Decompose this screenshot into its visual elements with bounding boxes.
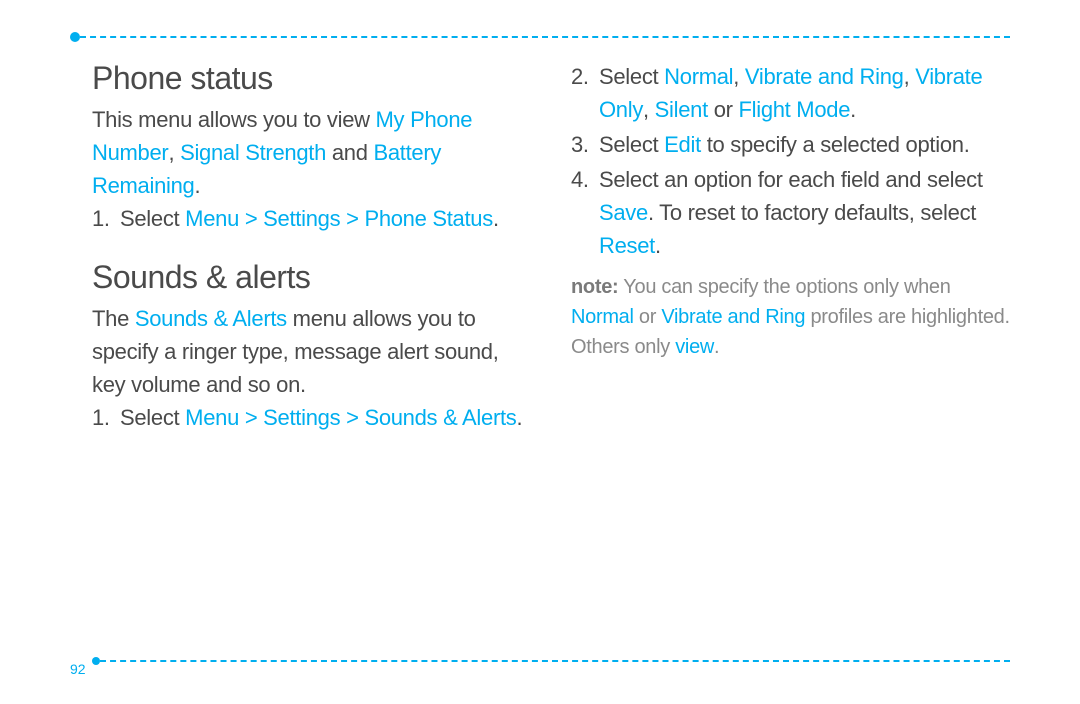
text: , <box>733 64 745 89</box>
text: Select an option for each field and sele… <box>599 167 983 192</box>
text: , <box>904 64 916 89</box>
top-dashed-border <box>70 36 1010 46</box>
text: to specify a selected option. <box>701 132 970 157</box>
text: or <box>708 97 739 122</box>
continued-steps: 2.Select Normal, Vibrate and Ring, Vibra… <box>571 60 1010 262</box>
text: This menu allows you to view <box>92 107 376 132</box>
dash-line <box>100 660 1010 662</box>
text: and <box>326 140 373 165</box>
view-option: view <box>675 336 714 358</box>
list-item: 1. Select Menu > Settings > Sounds & Ale… <box>110 401 531 434</box>
text: Select <box>120 405 185 430</box>
text: , <box>643 97 655 122</box>
menu-path: Menu > Settings > Phone Status <box>185 206 493 231</box>
sounds-alerts-steps: 1. Select Menu > Settings > Sounds & Ale… <box>92 401 531 434</box>
step-number: 1. <box>92 202 110 235</box>
border-dot-icon <box>70 32 80 42</box>
save-option: Save <box>599 200 648 225</box>
note-label: note: <box>571 276 618 298</box>
vibrate-ring-option: Vibrate and Ring <box>745 64 904 89</box>
text: You can specify the options only when <box>618 276 950 298</box>
text: . <box>714 336 719 358</box>
dash-line <box>80 36 1010 38</box>
reset-option: Reset <box>599 233 655 258</box>
border-dot-icon <box>92 657 100 665</box>
step-number: 1. <box>92 401 110 434</box>
list-item: 1. Select Menu > Settings > Phone Status… <box>110 202 531 235</box>
text: . <box>655 233 661 258</box>
phone-status-heading: Phone status <box>92 60 531 97</box>
list-item: 2.Select Normal, Vibrate and Ring, Vibra… <box>581 60 1010 126</box>
signal-strength-label: Signal Strength <box>180 140 326 165</box>
step-number: 3. <box>571 128 589 161</box>
text: or <box>634 306 662 328</box>
silent-option: Silent <box>655 97 708 122</box>
text: Select <box>120 206 185 231</box>
edit-option: Edit <box>664 132 701 157</box>
right-column: 2. Select Normal, Vibrate and Ring, Vibra… <box>571 60 1010 458</box>
sounds-alerts-heading: Sounds & alerts <box>92 259 531 296</box>
vibrate-ring-option: Vibrate and Ring <box>661 306 805 328</box>
flight-mode-option: Flight Mode <box>739 97 851 122</box>
text: . <box>850 97 856 122</box>
normal-option: Normal <box>664 64 733 89</box>
list-item: 4.Select an option for each field and se… <box>581 163 1010 262</box>
bottom-dashed-border <box>70 660 1010 670</box>
page-content: Phone status This menu allows you to vie… <box>92 60 1010 458</box>
text: The <box>92 306 135 331</box>
list-item: 3.Select Edit to specify a selected opti… <box>581 128 1010 161</box>
text: . To reset to factory defaults, select <box>648 200 976 225</box>
text: , <box>168 140 180 165</box>
text: . <box>194 173 200 198</box>
step-number: 4. <box>571 163 589 196</box>
text: Select <box>599 132 664 157</box>
step-number: 2. <box>571 60 589 93</box>
normal-option: Normal <box>571 306 634 328</box>
sounds-alerts-intro: The Sounds & Alerts menu allows you to s… <box>92 302 531 401</box>
note-text: note: You can specify the options only w… <box>571 272 1010 362</box>
text: . <box>493 206 499 231</box>
phone-status-section: Phone status This menu allows you to vie… <box>92 60 531 235</box>
sounds-alerts-section: Sounds & alerts The Sounds & Alerts menu… <box>92 259 531 434</box>
left-column: Phone status This menu allows you to vie… <box>92 60 531 458</box>
menu-path: Menu > Settings > Sounds & Alerts <box>185 405 516 430</box>
phone-status-intro: This menu allows you to view My Phone Nu… <box>92 103 531 202</box>
text: . <box>516 405 522 430</box>
sounds-alerts-label: Sounds & Alerts <box>135 306 287 331</box>
phone-status-steps: 1. Select Menu > Settings > Phone Status… <box>92 202 531 235</box>
text: Select <box>599 64 664 89</box>
